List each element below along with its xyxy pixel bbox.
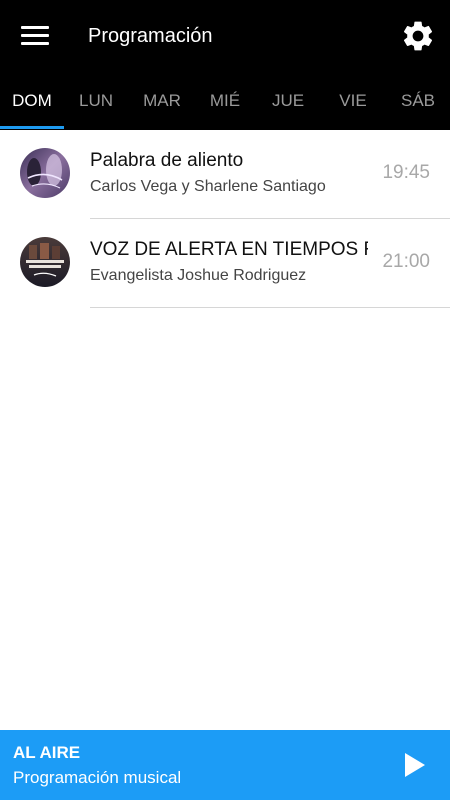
gear-icon[interactable] <box>396 14 440 58</box>
menu-bar-line <box>21 26 49 29</box>
program-row[interactable]: Palabra de aliento Carlos Vega y Sharlen… <box>0 130 450 219</box>
menu-bar-line <box>21 34 49 37</box>
play-icon-graphic <box>405 753 425 777</box>
program-list: Palabra de aliento Carlos Vega y Sharlen… <box>0 130 450 308</box>
program-title: VOZ DE ALERTA EN TIEMPOS F <box>90 239 368 260</box>
thumbnail-graphic <box>20 237 70 287</box>
program-time: 19:45 <box>382 162 430 183</box>
active-tab-indicator <box>0 126 64 129</box>
program-title: Palabra de aliento <box>90 150 244 171</box>
tab-lun[interactable]: LUN <box>64 72 128 130</box>
thumbnail-graphic <box>20 148 70 198</box>
now-playing-title: Programación musical <box>13 768 182 787</box>
hamburger-menu-icon[interactable] <box>14 18 56 54</box>
program-hosts: Evangelista Joshue Rodriguez <box>90 267 307 284</box>
tab-dom[interactable]: DOM <box>0 72 64 130</box>
tab-sab[interactable]: SÁB <box>386 72 450 130</box>
app-bar: Programación <box>0 0 450 72</box>
page-title: Programación <box>88 25 213 47</box>
program-time: 21:00 <box>382 251 430 272</box>
tab-mie[interactable]: MIÉ <box>193 72 257 130</box>
row-divider <box>90 307 450 308</box>
live-status: AL AIRE <box>13 743 81 762</box>
tab-vie[interactable]: VIE <box>321 72 385 130</box>
play-icon[interactable] <box>396 746 434 784</box>
voz-de-alerta-thumbnail <box>20 237 70 287</box>
day-tabs: DOM LUN MAR MIÉ JUE VIE SÁB <box>0 72 450 130</box>
now-playing-bar[interactable]: AL AIRE Programación musical <box>0 730 450 800</box>
tab-mar[interactable]: MAR <box>130 72 194 130</box>
menu-bar-line <box>21 42 49 45</box>
program-hosts: Carlos Vega y Sharlene Santiago <box>90 178 326 195</box>
program-row[interactable]: VOZ DE ALERTA EN TIEMPOS F Evangelista J… <box>0 219 450 308</box>
palabra-de-aliento-thumbnail <box>20 148 70 198</box>
tab-jue[interactable]: JUE <box>256 72 320 130</box>
gear-icon-graphic <box>403 21 433 51</box>
